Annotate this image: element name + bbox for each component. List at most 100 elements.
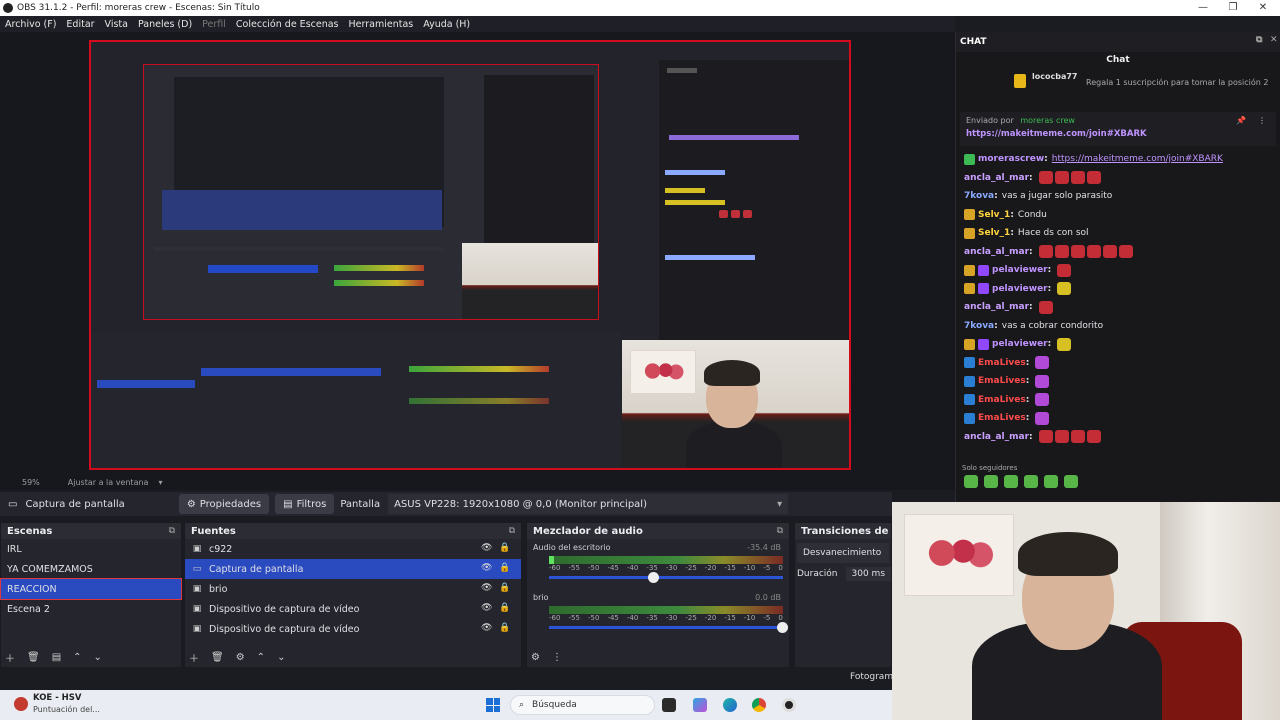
eye-icon[interactable]: 👁	[481, 583, 492, 593]
scene-item-escena-2[interactable]: Escena 2	[1, 599, 181, 619]
close-icon[interactable]: ✕	[1270, 35, 1278, 45]
volume-knob[interactable]	[648, 572, 660, 583]
program-preview[interactable]	[89, 40, 851, 470]
user-badge-icon[interactable]	[964, 394, 975, 406]
filters-icon[interactable]: ▤	[52, 652, 61, 663]
user-badge-icon[interactable]	[978, 264, 989, 276]
properties-button[interactable]: ⚙ Propiedades	[178, 494, 270, 514]
remove-source-icon[interactable]: 🗑	[211, 652, 224, 663]
gear-icon[interactable]: ⚙	[531, 652, 540, 663]
user-badge-icon[interactable]	[964, 264, 975, 276]
lock-icon[interactable]: 🔒	[499, 563, 510, 573]
emote-icon[interactable]	[1044, 475, 1058, 488]
user-badge-icon[interactable]	[964, 412, 975, 424]
chat-username[interactable]: Selv_1	[978, 206, 1010, 225]
move-up-icon[interactable]: ⌃	[257, 652, 265, 663]
eye-icon[interactable]: 👁	[481, 603, 492, 613]
chat-username[interactable]: Selv_1	[978, 224, 1010, 243]
source-item-capture-device-2[interactable]: ▣ Dispositivo de captura de vídeo 👁 🔒	[185, 619, 521, 639]
chat-username[interactable]: 7kova	[964, 317, 994, 336]
duration-input[interactable]: 300 ms	[845, 567, 891, 581]
source-item-capture-device-1[interactable]: ▣ Dispositivo de captura de vídeo 👁 🔒	[185, 599, 521, 619]
user-badge-icon[interactable]	[964, 283, 975, 295]
chat-username[interactable]: pelaviewer	[992, 261, 1048, 280]
pinned-link[interactable]: https://makeitmeme.com/join#XBARK	[966, 129, 1270, 139]
menu-coleccion-escenas[interactable]: Colección de Escenas	[231, 19, 344, 30]
chat-username[interactable]: EmaLives	[978, 409, 1026, 428]
pinned-message[interactable]: Enviado por moreras crew 📌 ⋮ https://mak…	[960, 112, 1276, 146]
volume-slider[interactable]	[549, 622, 788, 633]
scene-item-ya-comemzamos[interactable]: YA COMEMZAMOS	[1, 559, 181, 579]
emote-icon[interactable]	[964, 475, 978, 488]
chat-username[interactable]: EmaLives	[978, 372, 1026, 391]
source-item-c922[interactable]: ▣ c922 👁 🔒	[185, 539, 521, 559]
maximize-button[interactable]: ❐	[1218, 0, 1248, 16]
user-badge-icon[interactable]	[964, 338, 975, 350]
user-badge-icon[interactable]	[964, 357, 975, 369]
source-item-captura-pantalla[interactable]: ▭ Captura de pantalla 👁 🔒	[185, 559, 521, 579]
chat-username[interactable]: ancla_al_mar	[964, 298, 1029, 317]
remove-scene-icon[interactable]: 🗑	[27, 652, 40, 663]
volume-slider[interactable]	[549, 572, 783, 583]
menu-herramientas[interactable]: Herramientas	[344, 19, 419, 30]
emote-icon[interactable]	[1064, 475, 1078, 488]
chat-username[interactable]: ancla_al_mar	[964, 169, 1029, 188]
eye-icon[interactable]: 👁	[481, 543, 492, 553]
menu-paneles[interactable]: Paneles (D)	[133, 19, 197, 30]
user-badge-icon[interactable]	[964, 209, 975, 221]
task-view-icon[interactable]	[662, 698, 676, 712]
chat-username[interactable]: 7kova	[964, 187, 994, 206]
emote-icon[interactable]	[1024, 475, 1038, 488]
copilot-icon[interactable]	[693, 698, 707, 712]
user-badge-icon[interactable]	[964, 375, 975, 387]
zoom-level[interactable]: 59%	[22, 478, 40, 487]
pin-icon[interactable]: 📌	[1236, 116, 1246, 125]
emote-icon[interactable]	[984, 475, 998, 488]
user-badge-icon[interactable]	[964, 153, 975, 165]
source-item-brio[interactable]: ▣ brio 👁 🔒	[185, 579, 521, 599]
user-badge-icon[interactable]	[978, 338, 989, 350]
more-options-icon[interactable]: ⋮	[1258, 116, 1266, 125]
undock-icon[interactable]: ⧉	[509, 526, 515, 536]
taskbar-search[interactable]: ⌕ Búsqueda	[510, 695, 655, 715]
scene-item-irl[interactable]: IRL	[1, 539, 181, 559]
undock-icon[interactable]: ⧉	[777, 526, 783, 536]
chat-username[interactable]: pelaviewer	[992, 280, 1048, 299]
move-down-icon[interactable]: ⌄	[94, 652, 102, 663]
undock-icon[interactable]: ⧉	[1256, 35, 1262, 45]
obs-taskbar-icon[interactable]	[782, 698, 796, 712]
menu-vista[interactable]: Vista	[100, 19, 133, 30]
eye-icon[interactable]: 👁	[481, 563, 492, 573]
volume-knob[interactable]	[777, 622, 788, 633]
lock-icon[interactable]: 🔒	[499, 603, 510, 613]
display-select[interactable]: ASUS VP228: 1920x1080 @ 0,0 (Monitor pri…	[388, 494, 789, 514]
chat-username[interactable]: ancla_al_mar	[964, 243, 1029, 262]
user-badge-icon[interactable]	[978, 283, 989, 295]
chat-username[interactable]: ancla_al_mar	[964, 428, 1029, 447]
eye-icon[interactable]: 👁	[481, 623, 492, 633]
move-down-icon[interactable]: ⌄	[277, 652, 285, 663]
lock-icon[interactable]: 🔒	[499, 623, 510, 633]
lock-icon[interactable]: 🔒	[499, 543, 510, 553]
chat-link[interactable]: https://makeitmeme.com/join#XBARK	[1052, 150, 1223, 169]
menu-editar[interactable]: Editar	[61, 19, 99, 30]
filters-button[interactable]: ▤ Filtros	[275, 494, 335, 514]
scene-item-reaccion[interactable]: REACCION	[0, 578, 182, 600]
menu-ayuda[interactable]: Ayuda (H)	[418, 19, 475, 30]
minimize-button[interactable]: —	[1188, 0, 1218, 16]
close-button[interactable]: ✕	[1248, 0, 1278, 16]
undock-icon[interactable]: ⧉	[169, 526, 175, 536]
music-app-icon[interactable]	[14, 697, 28, 711]
menu-archivo[interactable]: Archivo (F)	[0, 19, 61, 30]
fit-to-window-option[interactable]: Ajustar a la ventana	[68, 478, 149, 487]
emote-icon[interactable]	[1004, 475, 1018, 488]
lock-icon[interactable]: 🔒	[499, 583, 510, 593]
add-scene-icon[interactable]: ＋	[5, 650, 15, 665]
add-source-icon[interactable]: ＋	[189, 650, 199, 665]
chevron-down-icon[interactable]: ▾	[158, 478, 162, 487]
move-up-icon[interactable]: ⌃	[73, 652, 81, 663]
chat-username[interactable]: morerascrew	[978, 150, 1044, 169]
edge-icon[interactable]	[723, 698, 737, 712]
notification-title[interactable]: KOE - HSV	[33, 693, 82, 703]
chat-username[interactable]: EmaLives	[978, 354, 1026, 373]
